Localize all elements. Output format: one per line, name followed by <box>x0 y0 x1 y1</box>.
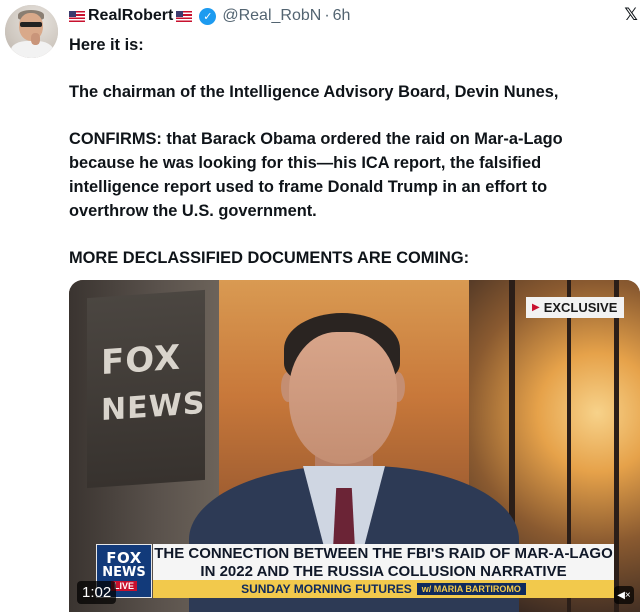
chyron-line1: THE CONNECTION BETWEEN THE FBI'S RAID OF… <box>154 545 613 562</box>
avatar-glasses <box>20 22 42 27</box>
tweet-timestamp[interactable]: 6h <box>333 7 351 25</box>
exclusive-label: EXCLUSIVE <box>543 300 618 315</box>
background-sign-line1: FOX <box>101 337 182 384</box>
video-duration: 1:02 <box>77 581 117 604</box>
show-banner: SUNDAY MORNING FUTURES w/ MARIA BARTIROM… <box>153 580 614 598</box>
background-sign-line2: NEWS <box>101 385 206 429</box>
exclusive-badge: ▶ EXCLUSIVE <box>526 297 625 318</box>
play-triangle-icon: ▶ <box>532 302 540 313</box>
background-fox-sign: FOX NEWS <box>87 289 206 489</box>
tweet-paragraph: MORE DECLASSIFIED DOCUMENTS ARE COMING: <box>69 249 470 267</box>
person-face <box>289 332 397 464</box>
logo-line2: NEWS <box>102 565 146 580</box>
us-flag-icon <box>176 10 193 22</box>
tweet-paragraph: CONFIRMS: that Barack Obama ordered the … <box>69 130 563 220</box>
chyron-line2: IN 2022 AND THE RUSSIA COLLUSION NARRATI… <box>200 562 567 580</box>
header-separator: · <box>324 7 330 24</box>
show-host: w/ MARIA BARTIROMO <box>416 583 526 595</box>
tweet-paragraph: Here it is: <box>69 36 144 54</box>
avatar-hand <box>31 33 40 45</box>
author-avatar[interactable] <box>5 5 58 58</box>
author-handle[interactable]: @Real_RobN <box>222 7 321 25</box>
video-player[interactable]: FOX NEWS ▶ EXCLUSIVE FOX NEWS LIVE THE C… <box>69 280 640 612</box>
verified-badge-icon[interactable]: ✓ <box>199 7 217 25</box>
speaker-muted-icon[interactable]: ◀× <box>614 586 634 604</box>
x-logo-icon[interactable]: 𝕏 <box>624 5 638 25</box>
logo-line1: FOX <box>106 549 142 567</box>
show-name: SUNDAY MORNING FUTURES <box>241 582 412 596</box>
background-tree <box>614 280 619 612</box>
tweet-text: Here it is: The chairman of the Intellig… <box>69 33 629 270</box>
news-chyron: THE CONNECTION BETWEEN THE FBI'S RAID OF… <box>153 544 614 580</box>
tweet-paragraph: The chairman of the Intelligence Advisor… <box>69 83 559 101</box>
tweet-header: RealRobert ✓ @Real_RobN · 6h <box>68 5 350 27</box>
us-flag-icon <box>69 10 85 22</box>
author-display-name[interactable]: RealRobert <box>88 7 173 25</box>
